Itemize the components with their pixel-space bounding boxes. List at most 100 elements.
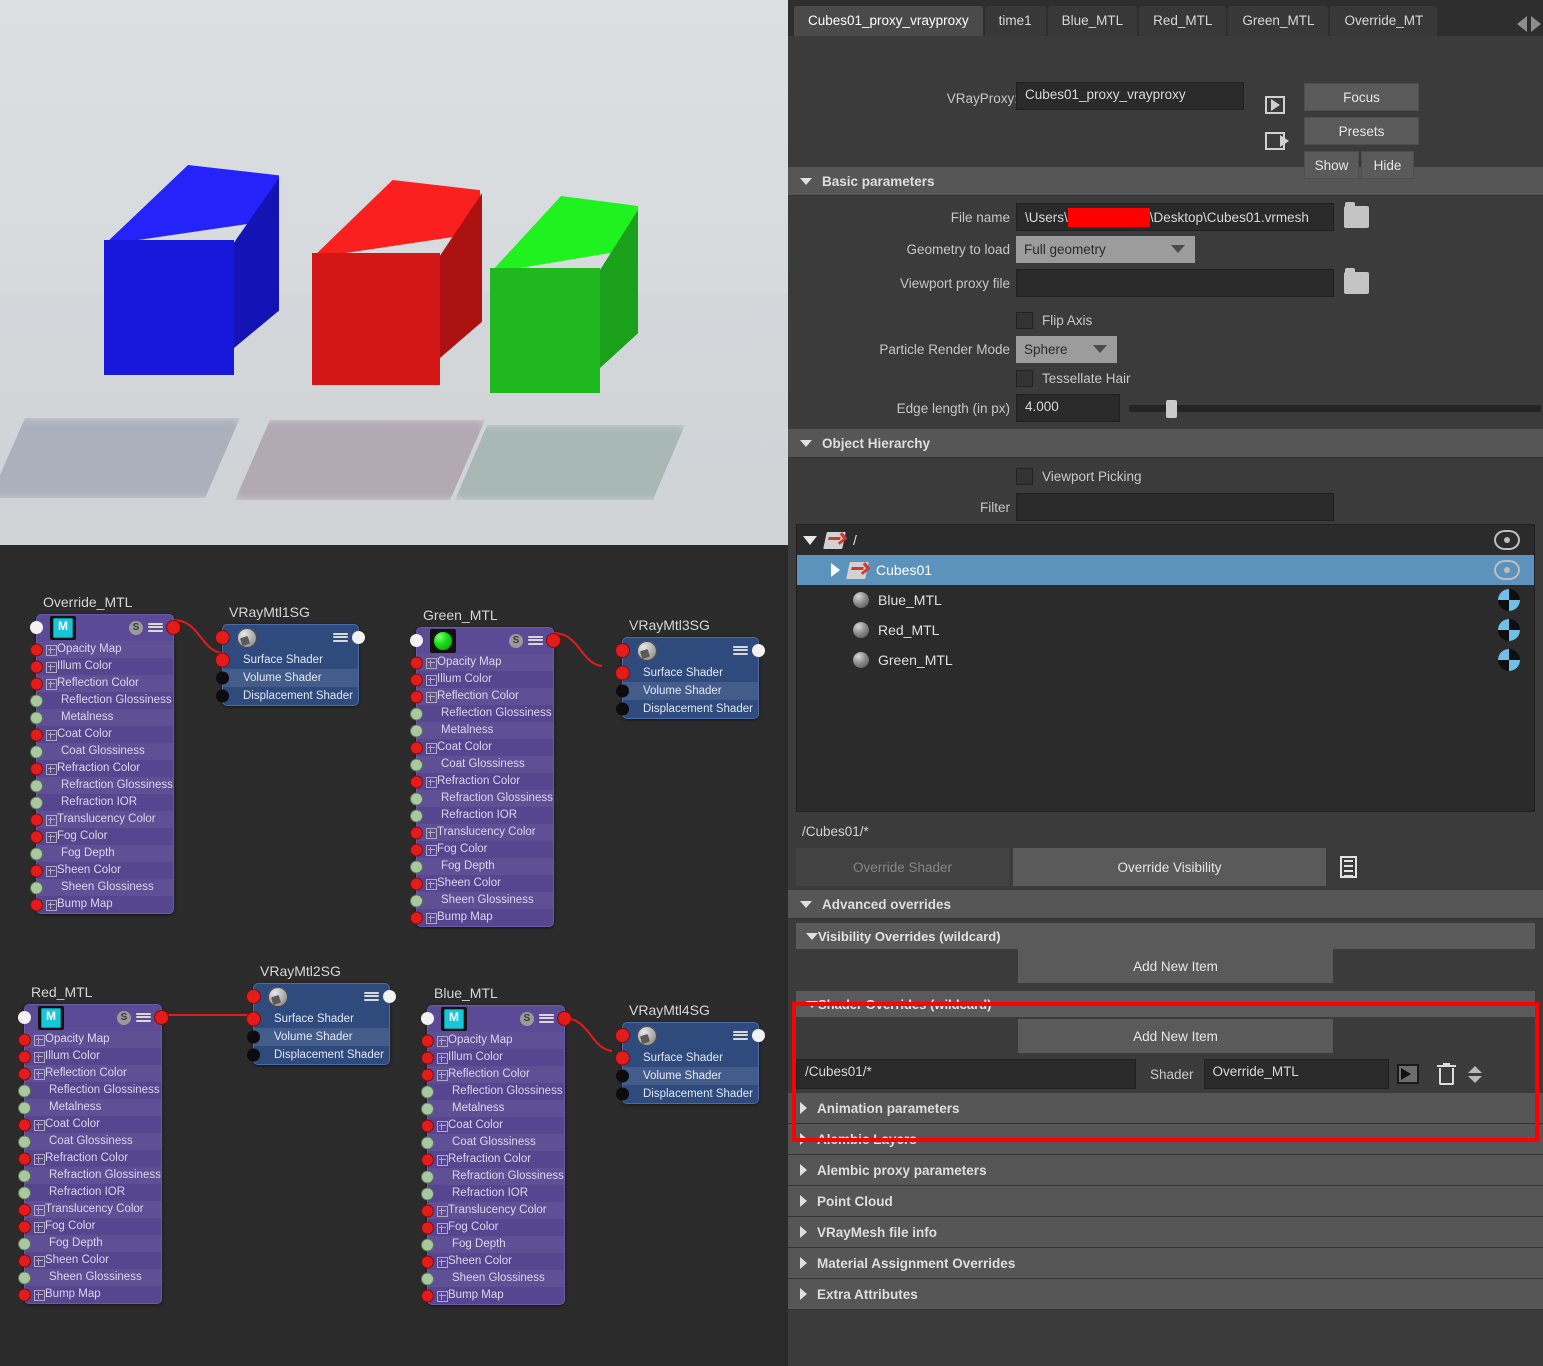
eye-icon[interactable] — [1494, 560, 1520, 580]
node-green-mtl[interactable]: Green_MTL S Opacity Map Illum Color Reflec… — [410, 607, 560, 927]
node-attribute-row[interactable]: Reflection Color — [31, 675, 173, 692]
node-menu-icon[interactable] — [528, 634, 543, 648]
attribute-plug[interactable] — [422, 1273, 433, 1284]
section-basic-parameters[interactable]: Basic parameters — [788, 167, 1543, 196]
tab-cubes01-proxy-vrayproxy[interactable]: Cubes01_proxy_vrayproxy — [794, 6, 983, 36]
attribute-plug[interactable] — [31, 780, 42, 791]
attribute-plug[interactable] — [247, 1012, 260, 1026]
section-vraymesh-file-info[interactable]: VRayMesh file info — [788, 1217, 1543, 1248]
node-vraymtl2sg[interactable]: VRayMtl2SG Surface Shader Volume Shader Di… — [247, 963, 396, 1065]
node-output-port[interactable] — [383, 990, 396, 1003]
node-attribute-row[interactable]: Translucency Color — [422, 1202, 564, 1219]
node-attribute-row[interactable]: Refraction IOR — [19, 1184, 161, 1201]
attribute-plug[interactable] — [19, 1289, 30, 1300]
visibility-add-new-item-button[interactable]: Add New Item — [1018, 949, 1333, 983]
attribute-plug[interactable] — [411, 759, 422, 770]
geometry-to-load-select[interactable]: Full geometry — [1016, 235, 1161, 263]
attribute-plug[interactable] — [422, 1188, 433, 1199]
node-attribute-row[interactable]: Reflection Color — [19, 1065, 161, 1082]
subsection-visibility-overrides[interactable]: Visibility Overrides (wildcard) — [796, 923, 1535, 949]
override-visibility-button[interactable]: Override Visibility — [1013, 848, 1326, 886]
file-name-input[interactable]: \Users\ \Desktop\Cubes01.vrmesh — [1016, 203, 1334, 231]
node-header[interactable]: S — [410, 628, 560, 654]
attribute-plug[interactable] — [422, 1239, 433, 1250]
attribute-plug[interactable] — [19, 1034, 30, 1045]
node-attribute-row[interactable]: Displacement Shader — [247, 1046, 389, 1064]
override-shader-button[interactable]: Override Shader — [796, 848, 1009, 886]
node-red-mtl[interactable]: Red_MTL M S Opacity Map Illum Color Reflec… — [18, 984, 168, 1304]
shading-badge[interactable]: S — [509, 634, 523, 648]
expand-icon[interactable] — [46, 662, 57, 673]
attribute-plug[interactable] — [411, 776, 422, 787]
node-attribute-row[interactable]: Fog Color — [31, 828, 173, 845]
node-menu-icon[interactable] — [733, 644, 748, 658]
node-attribute-row[interactable]: Translucency Color — [19, 1201, 161, 1218]
node-attribute-row[interactable]: Sheen Glossiness — [19, 1269, 161, 1286]
section-extra-attributes[interactable]: Extra Attributes — [788, 1279, 1543, 1310]
node-input-port[interactable] — [421, 1012, 434, 1025]
attribute-plug[interactable] — [19, 1238, 30, 1249]
tab-red-mtl[interactable]: Red_MTL — [1139, 6, 1227, 36]
expand-icon[interactable] — [437, 1291, 448, 1302]
chevron-right-icon[interactable] — [800, 1102, 807, 1114]
node-attribute-row[interactable]: Bump Map — [19, 1286, 161, 1303]
shading-badge[interactable]: S — [117, 1011, 131, 1025]
tab-scroll-right-icon[interactable] — [1531, 16, 1541, 32]
node-output-port[interactable] — [547, 634, 560, 647]
attribute-plug[interactable] — [19, 1204, 30, 1215]
node-attribute-row[interactable]: Displacement Shader — [616, 1085, 758, 1103]
pie-icon[interactable] — [1498, 589, 1520, 611]
expand-icon[interactable] — [437, 1257, 448, 1268]
attribute-plug[interactable] — [31, 865, 42, 876]
attribute-plug[interactable] — [31, 661, 42, 672]
attribute-plug[interactable] — [411, 878, 422, 889]
node-menu-icon[interactable] — [333, 631, 348, 645]
attribute-plug[interactable] — [422, 1222, 433, 1233]
goto-output-connection-icon[interactable] — [1265, 132, 1285, 150]
edge-length-slider-thumb[interactable] — [1166, 399, 1178, 418]
shader-override-shader-input[interactable]: Override_MTL — [1203, 1059, 1389, 1089]
node-vraymtl3sg[interactable]: VRayMtl3SG Surface Shader Volume Shader Di… — [616, 617, 765, 719]
node-attribute-row[interactable]: Refraction Glossiness — [19, 1167, 161, 1184]
move-down-icon[interactable] — [1467, 1075, 1482, 1083]
flip-axis-checkbox[interactable] — [1016, 311, 1033, 329]
attribute-plug[interactable] — [616, 666, 629, 680]
expand-icon[interactable] — [437, 1121, 448, 1132]
node-attribute-row[interactable]: Fog Color — [422, 1219, 564, 1236]
attribute-plug[interactable] — [411, 844, 422, 855]
attribute-plug[interactable] — [422, 1103, 433, 1114]
tree-row[interactable]: Red_MTL — [797, 615, 1534, 645]
chevron-right-icon[interactable] — [800, 1195, 807, 1207]
subsection-shader-overrides[interactable]: Shader Overrides (wildcard) — [796, 991, 1535, 1017]
particle-render-mode-chevron[interactable] — [1083, 335, 1117, 363]
node-attribute-row[interactable]: Coat Color — [19, 1116, 161, 1133]
attribute-plug[interactable] — [19, 1272, 30, 1283]
attribute-plug[interactable] — [31, 678, 42, 689]
shader-override-path-input[interactable]: /Cubes01/* — [796, 1059, 1136, 1089]
tree-row[interactable]: Cubes01 — [797, 555, 1534, 585]
section-alembic-layers[interactable]: Alembic Layers — [788, 1124, 1543, 1155]
show-button[interactable]: Show — [1304, 151, 1359, 179]
viewport-proxy-file-input[interactable] — [1016, 269, 1334, 297]
expand-icon[interactable] — [437, 1223, 448, 1234]
section-point-cloud[interactable]: Point Cloud — [788, 1186, 1543, 1217]
expand-icon[interactable] — [437, 1206, 448, 1217]
node-attribute-row[interactable]: Illum Color — [422, 1049, 564, 1066]
node-editor-graph[interactable]: Override_MTL M S Opacity Map Illum Color R… — [0, 545, 788, 1366]
node-attribute-row[interactable]: Refraction Color — [411, 773, 553, 790]
expand-icon[interactable] — [437, 1070, 448, 1081]
node-attribute-row[interactable]: Surface Shader — [247, 1010, 389, 1028]
node-attribute-row[interactable]: Sheen Glossiness — [422, 1270, 564, 1287]
shader-add-new-item-button[interactable]: Add New Item — [1018, 1019, 1333, 1053]
node-attribute-row[interactable]: Surface Shader — [616, 1049, 758, 1067]
attribute-plug[interactable] — [31, 831, 42, 842]
focus-button[interactable]: Focus — [1304, 83, 1419, 111]
override-list-icon[interactable] — [1340, 856, 1357, 878]
node-attribute-row[interactable]: Refraction Color — [422, 1151, 564, 1168]
expand-icon[interactable] — [34, 1035, 45, 1046]
node-attribute-row[interactable]: Fog Depth — [411, 858, 553, 875]
node-attribute-row[interactable]: Surface Shader — [216, 651, 358, 669]
chevron-right-icon[interactable] — [800, 1257, 807, 1269]
expand-icon[interactable] — [46, 645, 57, 656]
node-attribute-row[interactable]: Reflection Glossiness — [19, 1082, 161, 1099]
